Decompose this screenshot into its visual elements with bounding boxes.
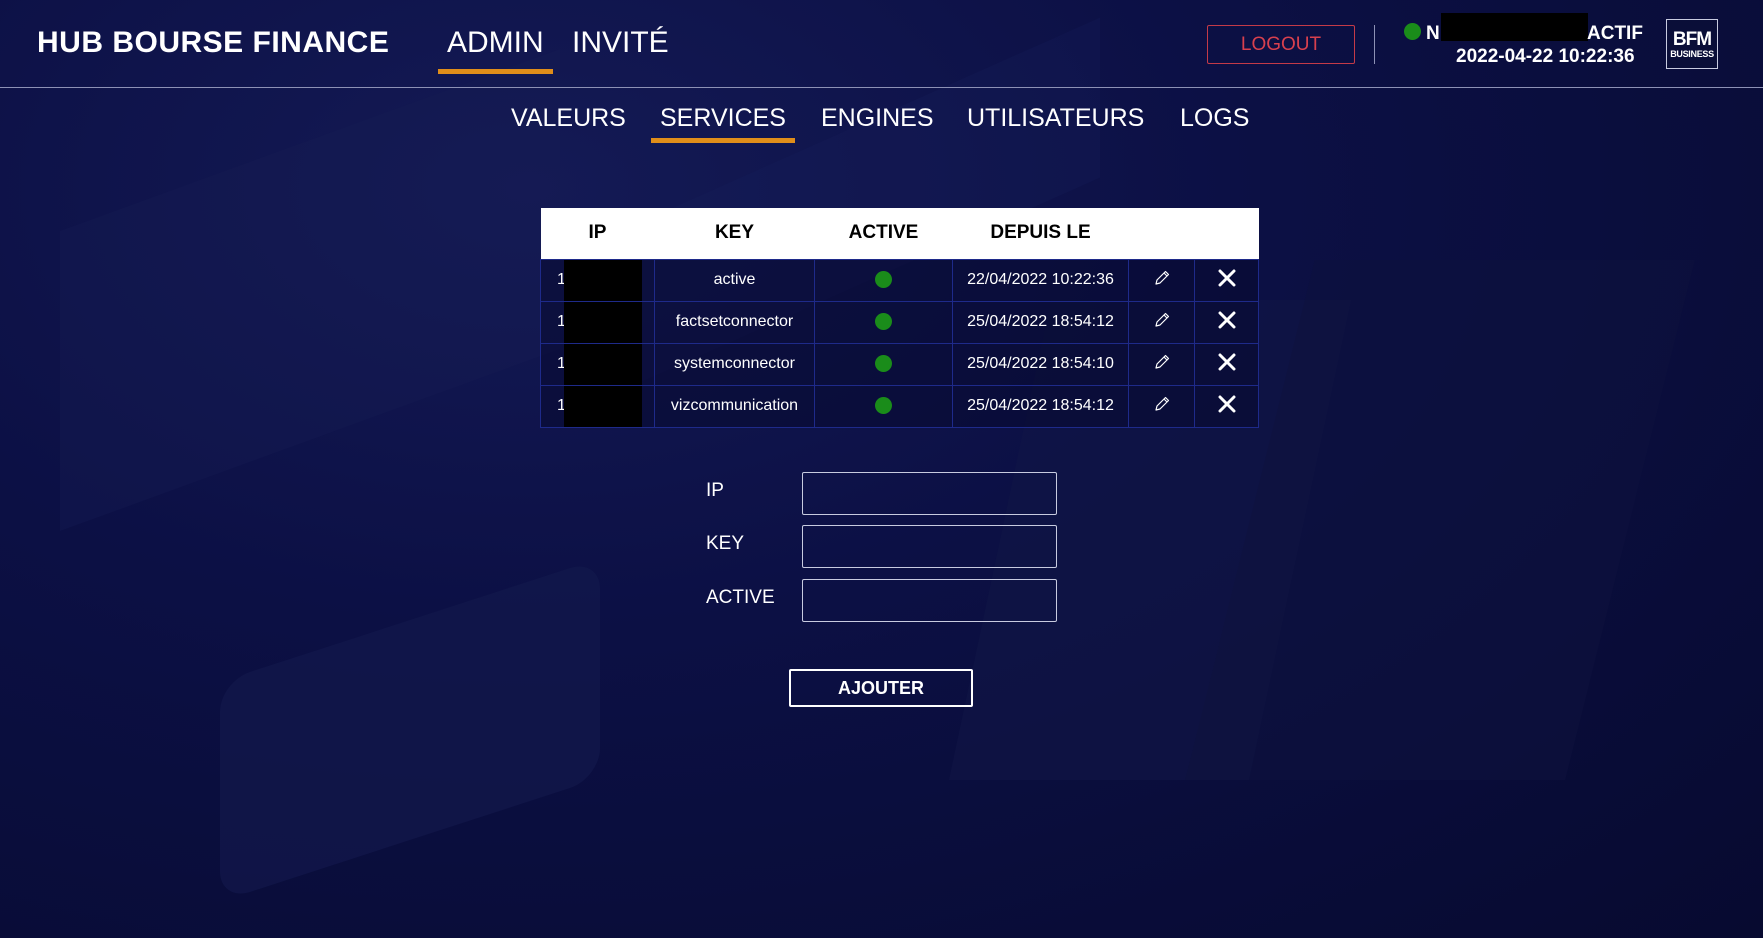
tab-logs[interactable]: LOGS <box>1180 104 1249 139</box>
redacted-ip <box>564 385 642 427</box>
table-row: 1 factsetconnector 25/04/2022 18:54:12 <box>540 300 1259 344</box>
delete-cell <box>1194 258 1259 302</box>
since-cell: 25/04/2022 18:54:12 <box>952 300 1129 344</box>
services-table: IP KEY ACTIVE DEPUIS LE 1 active 22/04/2… <box>540 208 1259 428</box>
active-cell <box>814 342 953 386</box>
logo-line1: BFM <box>1672 28 1712 50</box>
ip-cell: 1 <box>540 384 655 428</box>
pencil-icon[interactable] <box>1153 311 1171 329</box>
top-bar: HUB BOURSE FINANCE ADMIN INVITÉ LOGOUT N… <box>0 0 1763 88</box>
active-cell <box>814 384 953 428</box>
active-input[interactable] <box>802 579 1057 622</box>
edit-cell <box>1128 342 1195 386</box>
delete-cell <box>1194 384 1259 428</box>
close-icon[interactable] <box>1218 269 1236 287</box>
close-icon[interactable] <box>1218 311 1236 329</box>
edit-cell <box>1128 300 1195 344</box>
form-row-ip: IP <box>706 472 1057 516</box>
pencil-icon[interactable] <box>1153 353 1171 371</box>
column-header-active: ACTIVE <box>848 222 919 244</box>
edit-cell <box>1128 384 1195 428</box>
form-row-key: KEY <box>706 525 1057 569</box>
active-status-dot <box>875 355 892 373</box>
key-input[interactable] <box>802 525 1057 568</box>
redacted-ip <box>564 343 642 385</box>
edit-cell <box>1128 258 1195 302</box>
active-label: ACTIVE <box>706 587 775 608</box>
since-cell: 25/04/2022 18:54:10 <box>952 342 1129 386</box>
column-header-edit <box>1129 208 1195 259</box>
active-status-dot <box>875 313 892 331</box>
header-divider <box>1374 25 1375 64</box>
add-button[interactable]: AJOUTER <box>789 669 973 707</box>
bfm-business-logo: BFM BUSINESS <box>1666 19 1718 69</box>
redacted-ip <box>564 259 642 301</box>
user-name: N <box>1426 23 1440 44</box>
redacted-username <box>1441 13 1588 41</box>
column-header-key: KEY <box>714 222 755 244</box>
ip-cell: 1 <box>540 300 655 344</box>
tab-invite[interactable]: INVITÉ <box>572 26 669 69</box>
key-cell: active <box>654 258 815 302</box>
tab-engines[interactable]: ENGINES <box>821 104 934 139</box>
close-icon[interactable] <box>1218 395 1236 413</box>
status-datetime: 2022-04-22 10:22:36 <box>1456 46 1635 67</box>
key-cell: factsetconnector <box>654 300 815 344</box>
status-text: ACTIF <box>1587 23 1643 44</box>
column-header-ip: IP <box>588 222 607 244</box>
active-cell <box>814 300 953 344</box>
app-title: HUB BOURSE FINANCE <box>37 26 390 59</box>
column-header-since: DEPUIS LE <box>990 222 1091 244</box>
background <box>0 0 1763 938</box>
status-indicator <box>1404 23 1421 40</box>
form-row-active: ACTIVE <box>706 579 1057 623</box>
delete-cell <box>1194 342 1259 386</box>
column-header-delete <box>1195 208 1259 259</box>
logo-line2: BUSINESS <box>1670 48 1714 59</box>
key-label: KEY <box>706 533 745 554</box>
tab-valeurs[interactable]: VALEURS <box>511 104 626 139</box>
key-cell: systemconnector <box>654 342 815 386</box>
key-cell: vizcommunication <box>654 384 815 428</box>
close-icon[interactable] <box>1218 353 1236 371</box>
ip-cell: 1 <box>540 342 655 386</box>
table-row: 1 vizcommunication 25/04/2022 18:54:12 <box>540 384 1259 428</box>
since-cell: 25/04/2022 18:54:12 <box>952 384 1129 428</box>
delete-cell <box>1194 300 1259 344</box>
table-row: 1 systemconnector 25/04/2022 18:54:10 <box>540 342 1259 386</box>
since-cell: 22/04/2022 10:22:36 <box>952 258 1129 302</box>
pencil-icon[interactable] <box>1153 395 1171 413</box>
tab-admin[interactable]: ADMIN <box>438 26 553 74</box>
ip-label: IP <box>706 480 724 501</box>
ip-input[interactable] <box>802 472 1057 515</box>
table-row: 1 active 22/04/2022 10:22:36 <box>540 258 1259 302</box>
tab-utilisateurs[interactable]: UTILISATEURS <box>967 104 1144 139</box>
ip-cell: 1 <box>540 258 655 302</box>
logout-button[interactable]: LOGOUT <box>1207 25 1355 64</box>
active-status-dot <box>875 397 892 415</box>
pencil-icon[interactable] <box>1153 269 1171 287</box>
redacted-ip <box>564 301 642 343</box>
tab-services[interactable]: SERVICES <box>651 104 795 143</box>
active-status-dot <box>875 271 892 289</box>
active-cell <box>814 258 953 302</box>
table-header-row: IP KEY ACTIVE DEPUIS LE <box>540 208 1259 259</box>
